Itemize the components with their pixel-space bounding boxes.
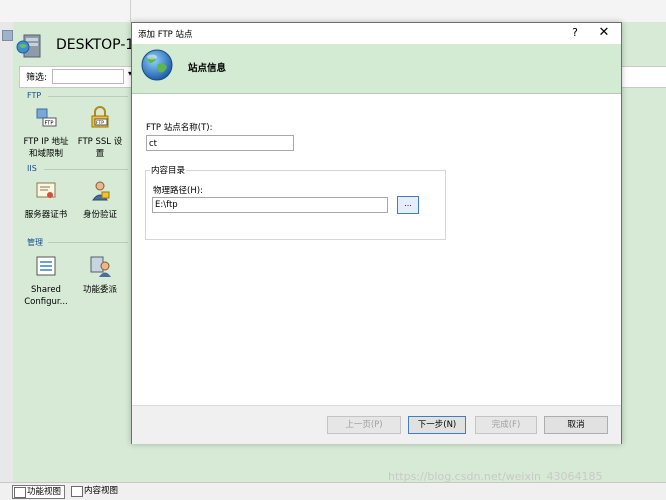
physical-path-input[interactable]: E:\ftp: [152, 197, 388, 213]
certificate-icon: [36, 182, 56, 198]
help-button[interactable]: ?: [568, 26, 582, 39]
feature-label: 置: [95, 149, 105, 159]
feature-ftp-ip-restrictions[interactable]: FTP FTP IP 地址 和域限制: [20, 106, 72, 160]
svg-text:FTP: FTP: [96, 120, 104, 126]
add-ftp-site-dialog: 添加 FTP 站点 ? ✕ 站点信息 FTP 站点名称(T): ct 内容目录 …: [131, 22, 622, 444]
filter-input[interactable]: [52, 69, 124, 84]
connections-collapsed-strip[interactable]: [0, 22, 14, 482]
tab-label: 内容视图: [84, 486, 119, 496]
user-auth-icon: [92, 181, 110, 201]
feature-label: 身份验证: [82, 210, 117, 220]
site-name-input[interactable]: ct: [146, 135, 294, 151]
ftp-ssl-lock-icon: FTP: [91, 106, 109, 128]
shared-config-icon: [36, 256, 56, 276]
feature-server-certificates[interactable]: 服务器证书: [20, 179, 72, 221]
content-directory-label: 内容目录: [150, 164, 187, 176]
wizard-footer: 上一页(P) 下一步(N) 完成(F) 取消: [132, 405, 621, 444]
site-name-label: FTP 站点名称(T):: [146, 123, 213, 133]
watermark: https://blog.csdn.net/weixin_43064185: [388, 470, 603, 483]
group-divider: [48, 242, 128, 243]
server-icon: [16, 34, 41, 58]
feature-label: FTP SSL 设: [77, 137, 123, 147]
content-view-icon: [71, 486, 83, 497]
connections-icon: [2, 30, 13, 41]
features-view-icon: [14, 487, 26, 498]
page-title: 站点信息: [188, 63, 227, 74]
close-button[interactable]: ✕: [597, 25, 611, 40]
feature-label: Shared: [31, 285, 61, 295]
previous-button[interactable]: 上一页(P): [327, 416, 401, 434]
browse-button[interactable]: ...: [397, 196, 419, 214]
feature-delegation[interactable]: 功能委派: [74, 254, 126, 296]
feature-label: Configur...: [24, 297, 68, 307]
feature-label: 服务器证书: [24, 210, 68, 220]
server-title: DESKTOP-1: [56, 37, 135, 53]
group-label-iis: IIS: [27, 164, 37, 173]
feature-label: 功能委派: [82, 285, 117, 295]
feature-label: FTP IP 地址: [23, 137, 69, 147]
physical-path-label: 物理路径(H):: [153, 186, 203, 196]
group-divider: [48, 96, 128, 97]
group-divider: [44, 169, 128, 170]
cancel-button[interactable]: 取消: [544, 416, 608, 434]
finish-button[interactable]: 完成(F): [475, 416, 537, 434]
feature-ftp-ssl-settings[interactable]: FTP FTP SSL 设 置: [74, 106, 126, 160]
feature-label: 和域限制: [28, 149, 63, 159]
next-button[interactable]: 下一步(N): [408, 416, 466, 434]
globe-icon: [141, 49, 173, 81]
svg-text:FTP: FTP: [45, 121, 54, 127]
filter-label: 筛选:: [26, 73, 48, 83]
group-label-manage: 管理: [27, 238, 43, 247]
delegation-icon: [90, 256, 111, 277]
group-label-ftp: FTP: [27, 91, 42, 100]
tab-features-view[interactable]: 功能视图: [12, 485, 66, 499]
wizard-header: 站点信息: [132, 44, 621, 94]
view-switcher-bar: 功能视图 内容视图: [0, 482, 666, 500]
ftp-ip-icon: FTP: [36, 108, 57, 127]
top-toolbar-strip: [0, 0, 666, 23]
dialog-title: 添加 FTP 站点: [138, 30, 193, 40]
tab-content-view[interactable]: 内容视图: [70, 485, 118, 497]
toolbar-segment: [0, 0, 131, 22]
feature-authentication[interactable]: 身份验证: [74, 179, 126, 221]
feature-shared-configuration[interactable]: Shared Configur...: [20, 254, 72, 308]
tab-label: 功能视图: [27, 487, 62, 497]
dialog-titlebar[interactable]: 添加 FTP 站点 ? ✕: [132, 23, 621, 44]
wizard-content: FTP 站点名称(T): ct 内容目录 物理路径(H): E:\ftp ...: [132, 94, 621, 405]
